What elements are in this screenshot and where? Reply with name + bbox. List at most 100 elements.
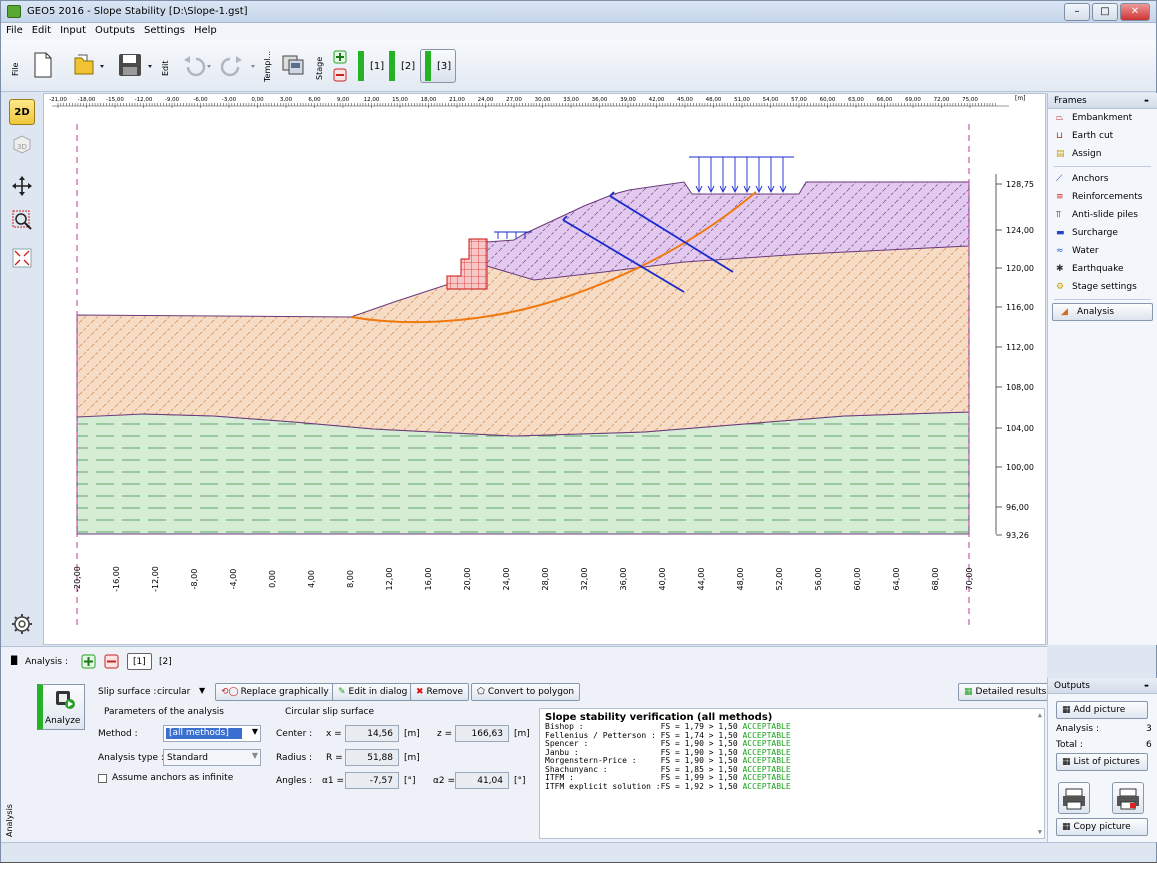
slip-surface-select[interactable]: circular: [157, 687, 190, 697]
frame-item-water[interactable]: ≈ Water: [1048, 242, 1157, 260]
frames-collapse-icon[interactable]: -: [1144, 93, 1149, 107]
menu-outputs[interactable]: Outputs: [90, 23, 139, 36]
frame-item-anchors[interactable]: ⟋ Anchors: [1048, 170, 1157, 188]
menu-file[interactable]: File: [1, 23, 27, 36]
frame-item-anti-slide-piles[interactable]: ⫪ Anti-slide piles: [1048, 206, 1157, 224]
remove-stage-button[interactable]: [333, 68, 347, 82]
bottom-ruler-tick: 24,00: [502, 568, 511, 591]
analysis-tab-2[interactable]: [2]: [159, 657, 172, 667]
chevron-down-icon[interactable]: ▼: [199, 686, 205, 695]
frame-item-earthquake[interactable]: ✱ Earthquake: [1048, 260, 1157, 278]
frame-item-stage-settings[interactable]: ⚙ Stage settings: [1048, 278, 1157, 296]
frame-item-analysis[interactable]: ◢ Analysis: [1052, 303, 1153, 321]
minus-red-icon: [104, 654, 119, 669]
analysis-tab-1[interactable]: [1]: [127, 653, 152, 670]
analyze-button[interactable]: Analyze: [37, 684, 85, 730]
frame-item-assign[interactable]: ▤ Assign: [1048, 145, 1157, 163]
detailed-results-button[interactable]: ▦ Detailed results: [958, 683, 1053, 701]
remove-label: Remove: [426, 687, 464, 697]
zoom-button[interactable]: [9, 207, 35, 233]
menu-settings[interactable]: Settings: [139, 23, 189, 36]
remove-analysis-button[interactable]: [104, 654, 119, 669]
surcharge-upper[interactable]: [689, 156, 794, 194]
bottom-ruler-tick: 8,00: [346, 570, 355, 588]
slope-model-drawing[interactable]: -21,00 -18,00 -15,00 -12,00 -9,00 -6,00 -3,00 0…: [44, 94, 1045, 644]
list-of-pictures-button[interactable]: ▦ List of pictures: [1056, 753, 1148, 771]
radius-input[interactable]: 51,88: [345, 749, 399, 766]
bottom-ruler-tick: 68,00: [931, 568, 940, 591]
menu-help[interactable]: Help: [189, 23, 221, 36]
add-picture-button[interactable]: ▦ Add picture: [1056, 701, 1148, 719]
earthquake-icon: ✱: [1056, 263, 1064, 274]
result-status: ACCEPTABLE: [742, 781, 791, 791]
alpha2-label: α2 =: [433, 776, 456, 786]
add-analysis-button[interactable]: [81, 654, 96, 669]
save-file-button[interactable]: [115, 48, 159, 82]
delete-x-icon: ✖: [416, 687, 424, 697]
frame-item-earth-cut[interactable]: ⊔ Earth cut: [1048, 127, 1157, 145]
stage-3-button[interactable]: [3]: [420, 49, 457, 83]
top-ruler-tick: 0,00: [251, 97, 264, 103]
redo-button[interactable]: [219, 48, 261, 82]
fit-to-screen-icon: [12, 248, 32, 268]
fit-view-button[interactable]: [9, 245, 35, 271]
method-select[interactable]: [all methods] ▼: [163, 725, 261, 742]
analysis-type-value: Standard: [167, 753, 208, 763]
frame-item-label: Anti-slide piles: [1072, 210, 1138, 220]
stage-2-button[interactable]: [2]: [384, 49, 420, 83]
close-button[interactable]: ✕: [1120, 3, 1150, 21]
add-stage-button[interactable]: [333, 50, 347, 64]
pan-button[interactable]: [9, 173, 35, 199]
ruler-unit: [m]: [1015, 95, 1026, 102]
center-z-input[interactable]: 166,63: [455, 725, 509, 742]
edit-in-dialog-button[interactable]: ✎ Edit in dialog: [332, 683, 414, 701]
maximize-button[interactable]: □: [1092, 3, 1118, 21]
panel-pin-icon[interactable]: █: [11, 656, 17, 665]
gabion-wall[interactable]: [446, 238, 488, 290]
top-ruler-tick: 42,00: [649, 97, 665, 103]
results-box[interactable]: Slope stability verification (all method…: [539, 708, 1045, 839]
new-file-button[interactable]: [29, 48, 57, 82]
frame-item-label: Reinforcements: [1072, 192, 1143, 202]
settings-button[interactable]: [9, 611, 35, 637]
center-x-input[interactable]: 14,56: [345, 725, 399, 742]
bottom-ruler-tick: 52,00: [775, 568, 784, 591]
cube-3d-icon: 3D: [13, 135, 31, 154]
bottom-ruler-tick: 36,00: [619, 568, 628, 591]
move-arrows-icon: [12, 176, 32, 196]
convert-to-polygon-button[interactable]: ⬠ Convert to polygon: [471, 683, 581, 701]
top-ruler-tick: -9,00: [165, 97, 180, 103]
stage-3-label: [3]: [437, 60, 452, 72]
print-button[interactable]: [1058, 782, 1090, 814]
menu-edit[interactable]: Edit: [27, 23, 55, 36]
alpha1-input[interactable]: -7,57: [345, 772, 399, 789]
undo-button[interactable]: [177, 48, 217, 82]
frame-item-surcharge[interactable]: ▬ Surcharge: [1048, 224, 1157, 242]
model-canvas[interactable]: -21,00 -18,00 -15,00 -12,00 -9,00 -6,00 -3,00 0…: [43, 93, 1046, 645]
alpha2-input[interactable]: 41,04: [455, 772, 509, 789]
scroll-up-icon[interactable]: ▲: [1038, 711, 1042, 720]
file-group-label: File: [11, 62, 20, 76]
assume-anchors-checkbox[interactable]: [98, 774, 107, 783]
alpha2-unit: [°]: [514, 776, 526, 786]
frame-item-embankment[interactable]: ⏢ Embankment: [1048, 109, 1157, 127]
templates-button[interactable]: [279, 48, 311, 82]
replace-graphically-button[interactable]: ⟲◯ Replace graphically: [215, 683, 335, 701]
frames-panel: Frames - ⏢ Embankment ⊔ Earth cut ▤ Assign ⟋ Anc…: [1047, 93, 1157, 645]
open-file-button[interactable]: [71, 48, 111, 82]
chevron-down-icon: ▼: [251, 727, 258, 736]
frame-item-label: Anchors: [1072, 174, 1109, 184]
earth-cut-icon: ⊔: [1056, 130, 1064, 141]
remove-button[interactable]: ✖ Remove: [410, 683, 470, 701]
minimize-button[interactable]: –: [1064, 3, 1090, 21]
redo-icon: [220, 56, 255, 77]
copy-picture-button[interactable]: ▦ Copy picture: [1056, 818, 1148, 836]
analysis-type-select[interactable]: Standard ▼: [163, 749, 261, 766]
print-export-button[interactable]: [1112, 782, 1144, 814]
frame-item-reinforcements[interactable]: ≡ Reinforcements: [1048, 188, 1157, 206]
view-2d-button[interactable]: 2D: [9, 99, 35, 125]
menu-input[interactable]: Input: [55, 23, 90, 36]
view-3d-button[interactable]: 3D: [9, 131, 35, 157]
scroll-down-icon[interactable]: ▼: [1038, 828, 1042, 837]
outputs-collapse-icon[interactable]: -: [1144, 678, 1149, 692]
